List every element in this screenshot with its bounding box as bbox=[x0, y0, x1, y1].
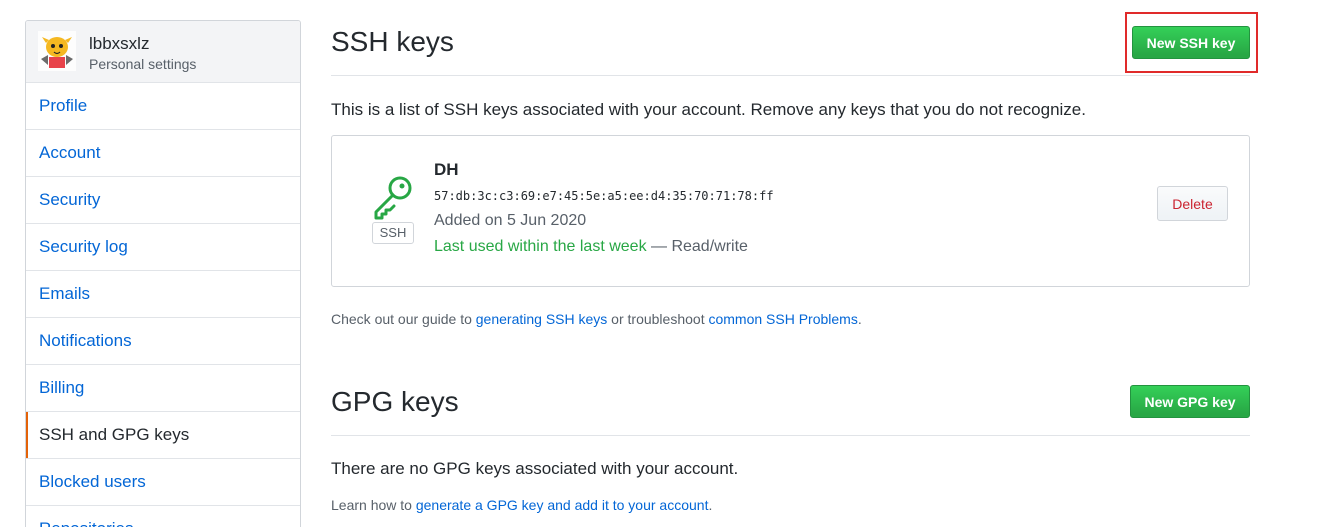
sidebar-item-account[interactable]: Account bbox=[26, 130, 300, 177]
sidebar-item-billing[interactable]: Billing bbox=[26, 365, 300, 412]
sidebar-item-repositories[interactable]: Repositories bbox=[26, 506, 300, 527]
sidebar-item-emails[interactable]: Emails bbox=[26, 271, 300, 318]
new-ssh-key-button[interactable]: New SSH key bbox=[1132, 26, 1250, 59]
sidebar-item-profile[interactable]: Profile bbox=[26, 83, 300, 130]
gpg-section-title: GPG keys bbox=[331, 386, 459, 417]
common-ssh-problems-link[interactable]: common SSH Problems bbox=[708, 311, 857, 327]
ssh-section-title: SSH keys bbox=[331, 26, 454, 57]
ssh-key-name: DH bbox=[434, 160, 459, 179]
gpg-empty-text: There are no GPG keys associated with yo… bbox=[331, 459, 739, 478]
learn-suffix: . bbox=[708, 497, 713, 513]
settings-sidebar: lbbxsxlz Personal settings Profile Accou… bbox=[25, 20, 301, 527]
generating-ssh-keys-link[interactable]: generating SSH keys bbox=[476, 311, 608, 327]
access-level: — Read/write bbox=[646, 238, 748, 255]
delete-key-button[interactable]: Delete bbox=[1157, 186, 1228, 221]
sidebar-item-blocked-users[interactable]: Blocked users bbox=[26, 459, 300, 506]
settings-page: lbbxsxlz Personal settings Profile Accou… bbox=[0, 0, 1341, 527]
sidebar-item-ssh-gpg-keys[interactable]: SSH and GPG keys bbox=[26, 412, 300, 459]
ssh-intro-text: This is a list of SSH keys associated wi… bbox=[331, 100, 1086, 119]
guide-prefix: Check out our guide to bbox=[331, 311, 476, 327]
new-gpg-key-button[interactable]: New GPG key bbox=[1130, 385, 1250, 418]
user-name[interactable]: lbbxsxlz bbox=[89, 34, 149, 54]
ssh-section-header: SSH keys New SSH key bbox=[331, 0, 1250, 76]
ssh-key-added-date: Added on 5 Jun 2020 bbox=[434, 212, 587, 229]
avatar[interactable] bbox=[38, 31, 76, 71]
sidebar-item-security-log[interactable]: Security log bbox=[26, 224, 300, 271]
guide-suffix: . bbox=[857, 311, 862, 327]
key-icon bbox=[374, 176, 412, 220]
learn-prefix: Learn how to bbox=[331, 497, 416, 513]
main-content: SSH keys New SSH key This is a list of S… bbox=[331, 0, 1250, 513]
sidebar-item-security[interactable]: Security bbox=[26, 177, 300, 224]
profile-header: lbbxsxlz Personal settings bbox=[26, 21, 300, 83]
ssh-key-last-used: Last used within the last week — Read/wr… bbox=[434, 238, 748, 256]
ssh-guide-text: Check out our guide to generating SSH ke… bbox=[331, 311, 862, 327]
guide-middle: or troubleshoot bbox=[607, 311, 709, 327]
gpg-learn-text: Learn how to generate a GPG key and add … bbox=[331, 497, 712, 513]
sidebar-item-notifications[interactable]: Notifications bbox=[26, 318, 300, 365]
last-used-text: Last used within the last week bbox=[434, 238, 647, 255]
gpg-section-header: GPG keys New GPG key bbox=[331, 360, 1250, 436]
ssh-badge: SSH bbox=[372, 222, 414, 244]
settings-menu: Profile Account Security Security log Em… bbox=[26, 83, 300, 527]
user-subtitle: Personal settings bbox=[89, 56, 197, 72]
ssh-key-entry: SSH DH 57:db:3c:c3:69:e7:45:5e:a5:ee:d4:… bbox=[331, 135, 1250, 287]
ssh-key-fingerprint: 57:db:3c:c3:69:e7:45:5e:a5:ee:d4:35:70:7… bbox=[434, 189, 774, 203]
generate-gpg-key-link[interactable]: generate a GPG key and add it to your ac… bbox=[416, 497, 709, 513]
